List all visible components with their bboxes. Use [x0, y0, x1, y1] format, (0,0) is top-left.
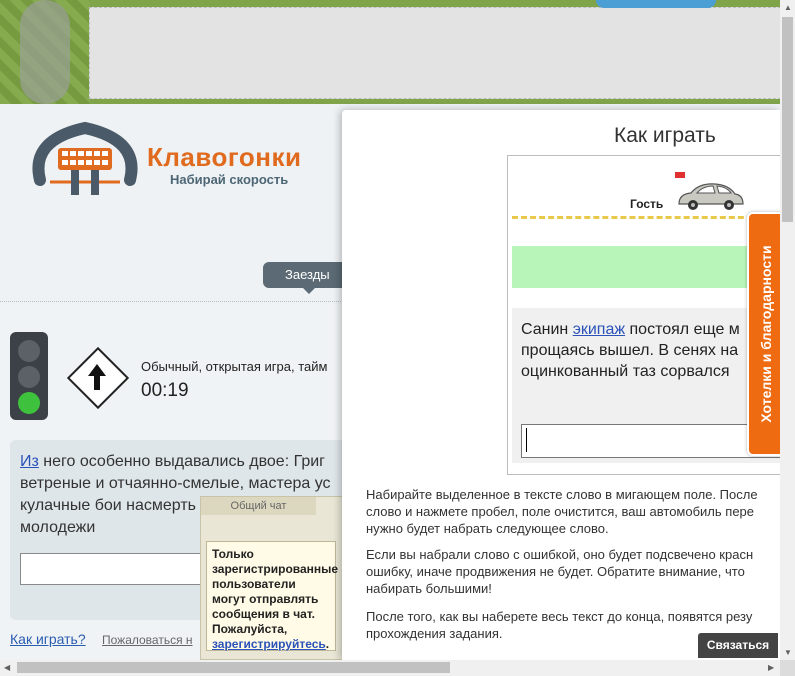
demo-input[interactable] [521, 424, 781, 458]
vertical-scroll-thumb[interactable] [782, 17, 793, 222]
scroll-up-icon[interactable]: ▲ [784, 3, 792, 12]
instruction-1: Набирайте выделенное в тексте слово в ми… [366, 487, 758, 536]
up-arrow-icon [88, 364, 106, 390]
how-to-play-link[interactable]: Как играть? [10, 631, 86, 647]
game-description: Обычный, открытая игра, тайм [141, 359, 328, 374]
game-timer: 00:19 [141, 380, 189, 401]
modal-title: Как играть [614, 124, 716, 147]
top-pill-decoration [596, 0, 716, 8]
race-input[interactable] [20, 553, 222, 585]
scroll-down-icon[interactable]: ▼ [784, 648, 792, 657]
register-link[interactable]: зарегистрируйтесь [212, 637, 326, 651]
tab-races[interactable]: Заезды [263, 262, 343, 294]
scroll-right-icon[interactable]: ▶ [768, 663, 774, 672]
steering-wheel-logo-icon[interactable] [30, 120, 140, 200]
demo-text: Санин экипаж постоял еще м прощаясь выше… [521, 321, 740, 380]
car-icon [678, 183, 744, 210]
chat-tab-general[interactable]: Общий чат [201, 497, 316, 515]
logo-subtitle: Набирай скорость [170, 172, 289, 187]
demo-progress-area [512, 246, 780, 288]
contact-button[interactable]: Связаться [698, 633, 778, 658]
traffic-light-icon [10, 332, 48, 420]
demo-highlighted-word[interactable]: экипаж [573, 321, 625, 338]
horizontal-scroll-thumb[interactable] [17, 662, 450, 673]
chat-panel: Общий чат Только зарегистрированные поль… [200, 496, 347, 660]
report-link[interactable]: Пожаловаться н [102, 633, 193, 647]
ad-placeholder [89, 7, 781, 99]
divider [0, 301, 345, 302]
logo-title[interactable]: Клавогонки [147, 142, 301, 173]
demo-guest-label: Гость [630, 197, 664, 211]
chat-message: Только зарегистрированные пользователи м… [206, 541, 338, 651]
text-caret [526, 428, 527, 452]
instruction-2: Если вы набрали слово с ошибкой, оно буд… [366, 547, 754, 596]
flag-icon [675, 172, 685, 178]
scroll-left-icon[interactable]: ◀ [4, 663, 10, 672]
race-text-link[interactable]: Из [20, 453, 39, 470]
scrollbar-corner [780, 660, 795, 676]
demo-road-line [512, 216, 780, 219]
feedback-side-tab[interactable]: Хотелки и благодарности [747, 212, 784, 456]
road-decoration [20, 0, 70, 104]
